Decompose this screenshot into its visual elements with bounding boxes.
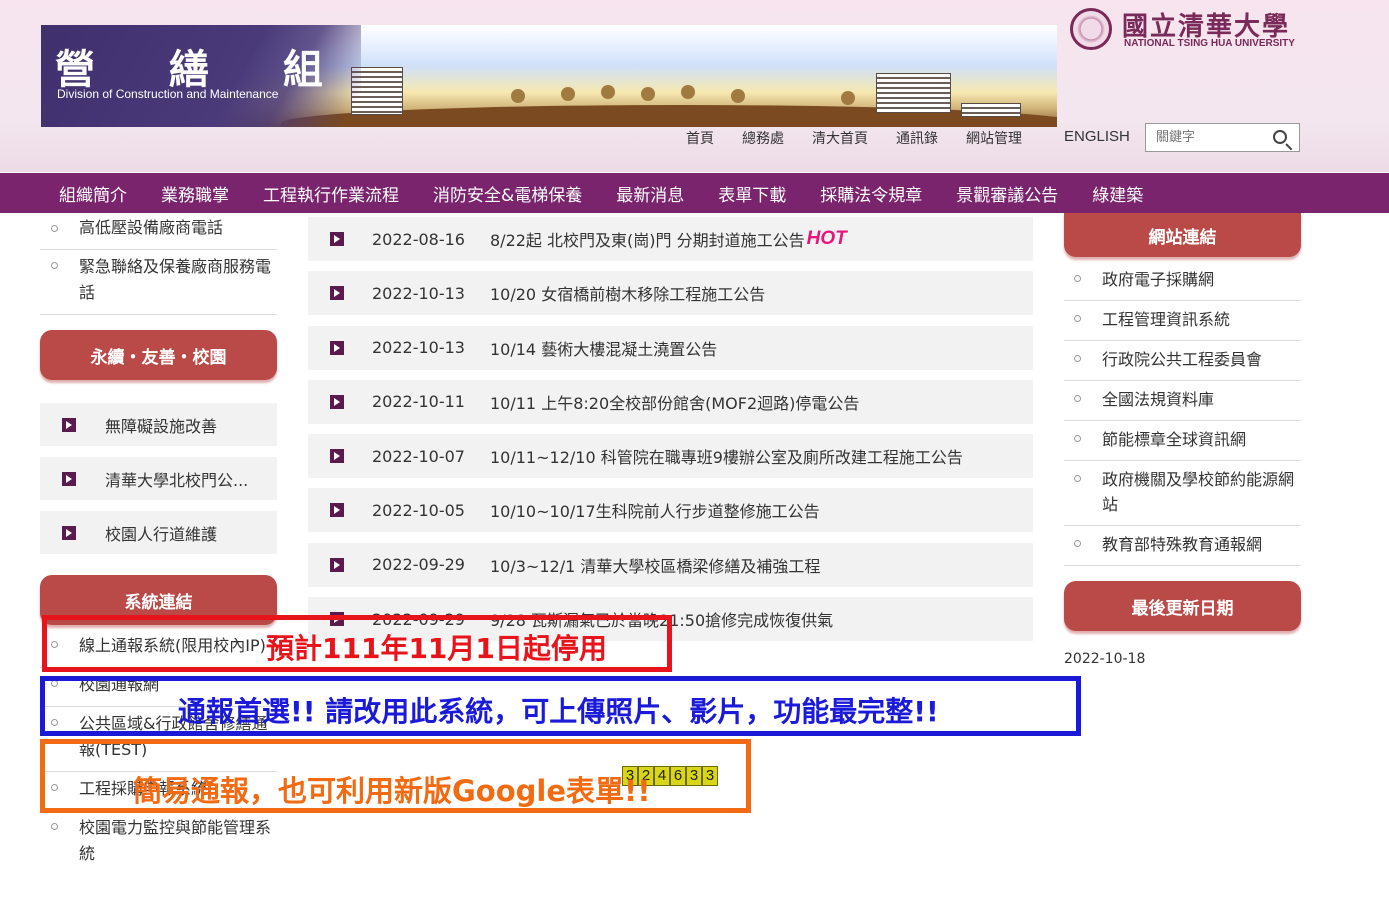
- section-title-website-links: 網站連結: [1064, 213, 1301, 257]
- banner-tree: [731, 89, 745, 103]
- news-title: 10/10~10/17生科院前人行步道整修施工公告: [490, 502, 820, 522]
- nav-item-duties[interactable]: 業務職掌: [144, 181, 246, 206]
- list-item[interactable]: 教育部特殊教育通報網: [1064, 526, 1301, 566]
- news-title: 10/20 女宿橋前樹木移除工程施工公告: [490, 285, 766, 305]
- arrow-icon: [62, 525, 76, 540]
- news-row[interactable]: 2022-10-13 10/14 藝術大樓混凝土澆置公告: [308, 325, 1033, 370]
- arrow-icon: [330, 557, 344, 572]
- list-item[interactable]: 政府機關及學校節約能源網站: [1064, 461, 1301, 526]
- arrow-icon: [330, 286, 344, 301]
- nav-item-organization[interactable]: 組織簡介: [42, 181, 144, 206]
- banner: 營 繕 組 Division of Construction and Maint…: [41, 25, 1057, 127]
- list-item[interactable]: 緊急聯絡及保養廠商服務電話: [40, 250, 277, 315]
- banner-building: [876, 73, 951, 113]
- top-link-site-admin[interactable]: 網站管理: [966, 128, 1022, 148]
- news-title: 10/11~12/10 科管院在職專班9樓辦公室及廁所改建工程施工公告: [490, 448, 963, 468]
- news-title: 10/11 上午8:20全校部份館舍(MOF2迴路)停電公告: [490, 393, 860, 413]
- list-item[interactable]: 工程管理資訊系統: [1064, 301, 1301, 341]
- nav-item-landscape[interactable]: 景觀審議公告: [939, 181, 1075, 206]
- banner-tree: [841, 91, 855, 105]
- top-links: 首頁 總務處 清大首頁 通訊錄 網站管理: [686, 128, 1050, 148]
- banner-tree: [601, 85, 615, 99]
- university-seal-icon: [1070, 8, 1112, 50]
- arrow-icon: [330, 449, 344, 464]
- right-sidebar: 網站連結 政府電子採購網 工程管理資訊系統 行政院公共工程委員會 全國法規資料庫…: [1064, 213, 1301, 667]
- list-item-label: 清華大學北校門公...: [105, 470, 249, 490]
- list-item[interactable]: 校園電力監控與節能管理系統: [40, 811, 277, 875]
- university-logo[interactable]: 國立清華大學 NATIONAL TSING HUA UNIVERSITY: [1070, 8, 1310, 52]
- top-link-directory[interactable]: 通訊錄: [896, 128, 938, 148]
- annotation-blue-text: 通報首選!! 請改用此系統，可上傳照片、影片，功能最完整!!: [178, 695, 939, 728]
- top-link-home[interactable]: 首頁: [686, 128, 714, 148]
- list-item[interactable]: 節能標章全球資訊網: [1064, 421, 1301, 461]
- section-title-last-updated: 最後更新日期: [1064, 581, 1301, 631]
- list-item[interactable]: 高低壓設備廠商電話: [40, 213, 277, 250]
- news-row[interactable]: 2022-08-16 8/22起 北校門及東(崗)門 分期封道施工公告 HOT: [308, 217, 1033, 261]
- search-input[interactable]: [1146, 124, 1264, 151]
- news-row[interactable]: 2022-10-05 10/10~10/17生科院前人行步道整修施工公告: [308, 488, 1033, 533]
- top-link-general-affairs[interactable]: 總務處: [742, 128, 784, 148]
- banner-tree: [681, 85, 695, 99]
- news-title: 8/22起 北校門及東(崗)門 分期封道施工公告: [490, 231, 805, 250]
- nav-item-fire-elevator[interactable]: 消防安全&電梯保養: [416, 181, 599, 206]
- list-item[interactable]: 無障礙設施改善: [40, 403, 277, 446]
- news-date: 2022-10-05: [372, 500, 465, 520]
- banner-subtitle: Division of Construction and Maintenance: [57, 87, 279, 101]
- search-box: [1145, 123, 1300, 152]
- arrow-icon: [62, 417, 76, 432]
- banner-title-block: 營 繕 組 Division of Construction and Maint…: [41, 25, 361, 127]
- list-item[interactable]: 校園人行道維護: [40, 511, 277, 554]
- news-title: 10/14 藝術大樓混凝土澆置公告: [490, 339, 718, 359]
- annotation-red-text: 預計111年11月1日起停用: [266, 632, 607, 665]
- main-nav: 組織簡介 業務職掌 工程執行作業流程 消防安全&電梯保養 最新消息 表單下載 採…: [0, 173, 1389, 213]
- news-date: 2022-10-11: [372, 392, 465, 412]
- news-title: 10/3~12/1 清華大學校區橋梁修繕及補強工程: [490, 556, 821, 576]
- news-row[interactable]: 2022-10-07 10/11~12/10 科管院在職專班9樓辦公室及廁所改建…: [308, 434, 1033, 479]
- news-list: 2022-08-16 8/22起 北校門及東(崗)門 分期封道施工公告 HOT …: [308, 217, 1033, 651]
- news-date: 2022-10-13: [372, 338, 465, 358]
- list-item[interactable]: 行政院公共工程委員會: [1064, 341, 1301, 381]
- list-item[interactable]: 全國法規資料庫: [1064, 381, 1301, 421]
- banner-tree: [511, 89, 525, 103]
- news-row[interactable]: 2022-09-29 10/3~12/1 清華大學校區橋梁修繕及補強工程: [308, 542, 1033, 587]
- banner-tree: [561, 87, 575, 101]
- arrow-icon: [330, 503, 344, 518]
- nav-item-workflow[interactable]: 工程執行作業流程: [246, 181, 416, 206]
- logo-english-name: NATIONAL TSING HUA UNIVERSITY: [1124, 38, 1295, 49]
- banner-building: [961, 103, 1021, 117]
- search-icon[interactable]: [1273, 130, 1287, 144]
- top-link-nthu-home[interactable]: 清大首頁: [812, 128, 868, 148]
- banner-tree: [641, 87, 655, 101]
- hot-badge: HOT: [806, 228, 847, 249]
- last-updated-date: 2022-10-18: [1064, 651, 1146, 667]
- nav-item-news[interactable]: 最新消息: [599, 181, 701, 206]
- english-link[interactable]: ENGLISH: [1064, 128, 1130, 145]
- arrow-icon: [330, 394, 344, 409]
- nav-item-procurement[interactable]: 採購法令規章: [803, 181, 939, 206]
- nav-item-forms[interactable]: 表單下載: [701, 181, 803, 206]
- annotation-orange-text: 簡易通報，也可利用新版Google表單!!: [133, 774, 651, 808]
- news-row[interactable]: 2022-10-11 10/11 上午8:20全校部份館舍(MOF2迴路)停電公…: [308, 379, 1033, 424]
- arrow-icon: [330, 340, 344, 355]
- arrow-icon: [62, 471, 76, 486]
- section-title-sustainable: 永續・友善・校園: [40, 330, 277, 380]
- list-item-label: 無障礙設施改善: [105, 416, 218, 436]
- news-date: 2022-10-07: [372, 446, 465, 466]
- news-date: 2022-08-16: [372, 229, 465, 249]
- list-item-label: 校園人行道維護: [105, 524, 218, 544]
- news-date: 2022-10-13: [372, 283, 465, 303]
- arrow-icon: [330, 232, 344, 246]
- news-date: 2022-09-29: [372, 555, 465, 575]
- news-row[interactable]: 2022-10-13 10/20 女宿橋前樹木移除工程施工公告: [308, 271, 1033, 316]
- nav-item-green-building[interactable]: 綠建築: [1075, 181, 1160, 206]
- list-item[interactable]: 政府電子採購網: [1064, 261, 1301, 301]
- list-item[interactable]: 清華大學北校門公...: [40, 457, 277, 500]
